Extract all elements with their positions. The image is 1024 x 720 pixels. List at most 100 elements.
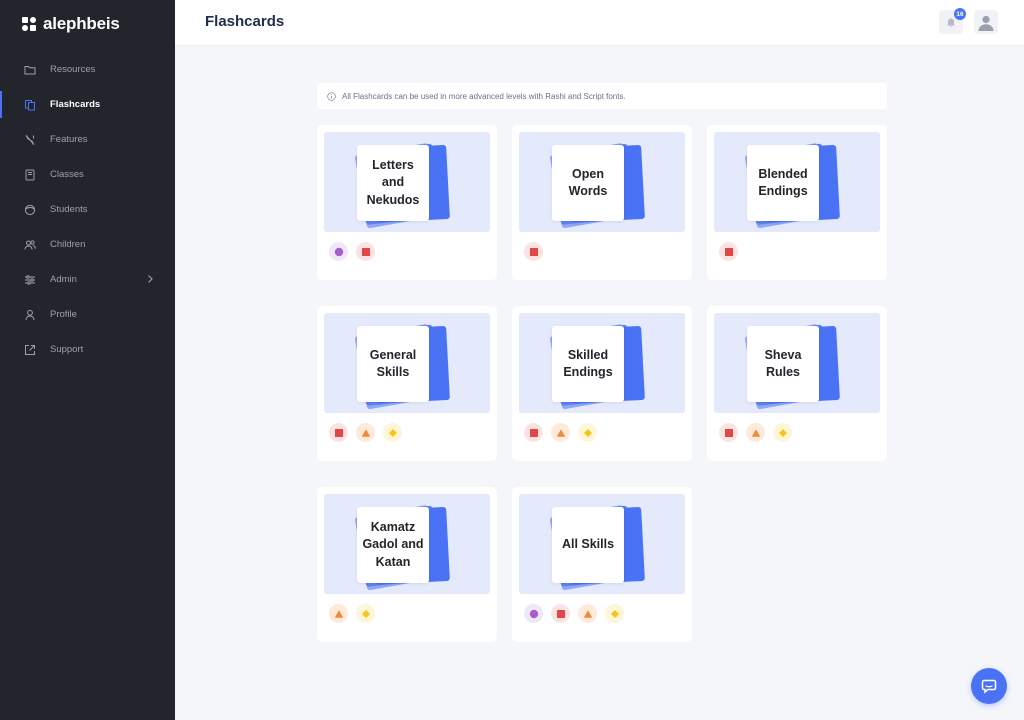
sidebar-item-label: Profile [50, 309, 77, 320]
diamond-level-badge [356, 604, 375, 623]
level-badges [719, 423, 792, 442]
square-level-badge [329, 423, 348, 442]
card-face: General Skills [357, 326, 429, 402]
card-face: Open Words [552, 145, 624, 221]
flashcard-set-title: Blended Endings [758, 166, 808, 199]
info-icon [327, 91, 336, 101]
sidebar-item-classes[interactable]: Classes [0, 157, 175, 192]
square-icon [334, 428, 344, 438]
square-icon [724, 247, 734, 257]
chevron-right-icon [148, 275, 153, 283]
sidebar-item-support[interactable]: Support [0, 332, 175, 367]
flashcard-stack-illustration: General Skills [324, 313, 490, 413]
diamond-icon [361, 609, 371, 619]
circle-level-badge [524, 604, 543, 623]
diamond-level-badge [578, 423, 597, 442]
flashcard-set-card[interactable]: Kamatz Gadol and Katan [317, 487, 497, 642]
flashcard-set-title: Kamatz Gadol and Katan [362, 519, 424, 569]
card-face: Letters and Nekudos [357, 145, 429, 221]
face-icon [24, 204, 36, 216]
triangle-level-badge [578, 604, 597, 623]
sidebar-item-resources[interactable]: Resources [0, 52, 175, 87]
sidebar: alephbeis Resources Flashcards Features … [0, 0, 175, 720]
square-level-badge [551, 604, 570, 623]
diamond-level-badge [773, 423, 792, 442]
flashcard-stack-illustration: Kamatz Gadol and Katan [324, 494, 490, 594]
flashcard-set-card[interactable]: General Skills [317, 306, 497, 461]
triangle-level-badge [356, 423, 375, 442]
circle-icon [334, 247, 344, 257]
card-face: Kamatz Gadol and Katan [357, 507, 429, 583]
sidebar-item-children[interactable]: Children [0, 227, 175, 262]
flashcard-stack-illustration: Blended Endings [714, 132, 880, 232]
square-level-badge [524, 242, 543, 261]
flashcard-set-card[interactable]: All Skills [512, 487, 692, 642]
flashcard-stack-illustration: Open Words [519, 132, 685, 232]
page-title: Flashcards [205, 13, 285, 30]
flashcard-set-title: Sheva Rules [764, 347, 802, 380]
app-name: alephbeis [43, 14, 120, 33]
circle-icon [529, 609, 539, 619]
square-icon [556, 609, 566, 619]
flashcard-set-title: Letters and Nekudos [366, 157, 420, 207]
diamond-level-badge [605, 604, 624, 623]
sliders-icon [24, 274, 36, 286]
square-level-badge [719, 242, 738, 261]
aleph-icon [24, 134, 36, 146]
sidebar-item-features[interactable]: Features [0, 122, 175, 157]
sidebar-nav: Resources Flashcards Features Classes St… [0, 52, 175, 367]
notifications-button[interactable]: 16 [939, 8, 966, 34]
level-badges [524, 423, 597, 442]
info-banner: All Flashcards can be used in more advan… [317, 83, 887, 109]
triangle-icon [751, 428, 761, 438]
notification-count-badge: 16 [954, 8, 966, 20]
user-avatar-button[interactable] [974, 10, 998, 34]
level-badges [719, 242, 738, 261]
flashcard-set-title: All Skills [561, 537, 615, 552]
flashcard-stack-illustration: Letters and Nekudos [324, 132, 490, 232]
sidebar-item-students[interactable]: Students [0, 192, 175, 227]
flashcard-stack-illustration: Skilled Endings [519, 313, 685, 413]
diamond-icon [388, 428, 398, 438]
diamond-icon [610, 609, 620, 619]
sidebar-item-profile[interactable]: Profile [0, 297, 175, 332]
flashcard-set-title: General Skills [369, 347, 417, 380]
triangle-icon [334, 609, 344, 619]
sidebar-item-label: Children [50, 239, 86, 250]
circle-level-badge [329, 242, 348, 261]
avatar-icon [978, 15, 994, 31]
sidebar-item-label: Students [50, 204, 88, 215]
square-level-badge [524, 423, 543, 442]
level-badges [329, 423, 402, 442]
flashcard-set-card[interactable]: Skilled Endings [512, 306, 692, 461]
triangle-icon [583, 609, 593, 619]
flashcard-set-card[interactable]: Blended Endings [707, 125, 887, 280]
level-badges [524, 242, 543, 261]
user-icon [24, 309, 36, 321]
triangle-level-badge [329, 604, 348, 623]
external-link-icon [24, 344, 36, 356]
flashcard-stack-illustration: Sheva Rules [714, 313, 880, 413]
triangle-icon [361, 428, 371, 438]
level-badges [329, 604, 375, 623]
flashcard-set-card[interactable]: Letters and Nekudos [317, 125, 497, 280]
users-icon [24, 239, 36, 251]
sidebar-item-admin[interactable]: Admin [0, 262, 175, 297]
sidebar-item-flashcards[interactable]: Flashcards [0, 87, 175, 122]
flashcard-set-title: Open Words [568, 166, 608, 199]
sidebar-item-label: Classes [50, 169, 84, 180]
folder-icon [24, 64, 36, 76]
square-level-badge [719, 423, 738, 442]
square-icon [724, 428, 734, 438]
level-badges [524, 604, 624, 623]
level-badges [329, 242, 375, 261]
chat-button[interactable] [971, 668, 1007, 704]
square-icon [529, 247, 539, 257]
flashcard-stack-illustration: All Skills [519, 494, 685, 594]
top-header: Flashcards 16 [175, 0, 1024, 46]
triangle-icon [556, 428, 566, 438]
flashcard-set-card[interactable]: Open Words [512, 125, 692, 280]
app-logo[interactable]: alephbeis [22, 14, 120, 34]
flashcard-set-card[interactable]: Sheva Rules [707, 306, 887, 461]
card-face: Sheva Rules [747, 326, 819, 402]
